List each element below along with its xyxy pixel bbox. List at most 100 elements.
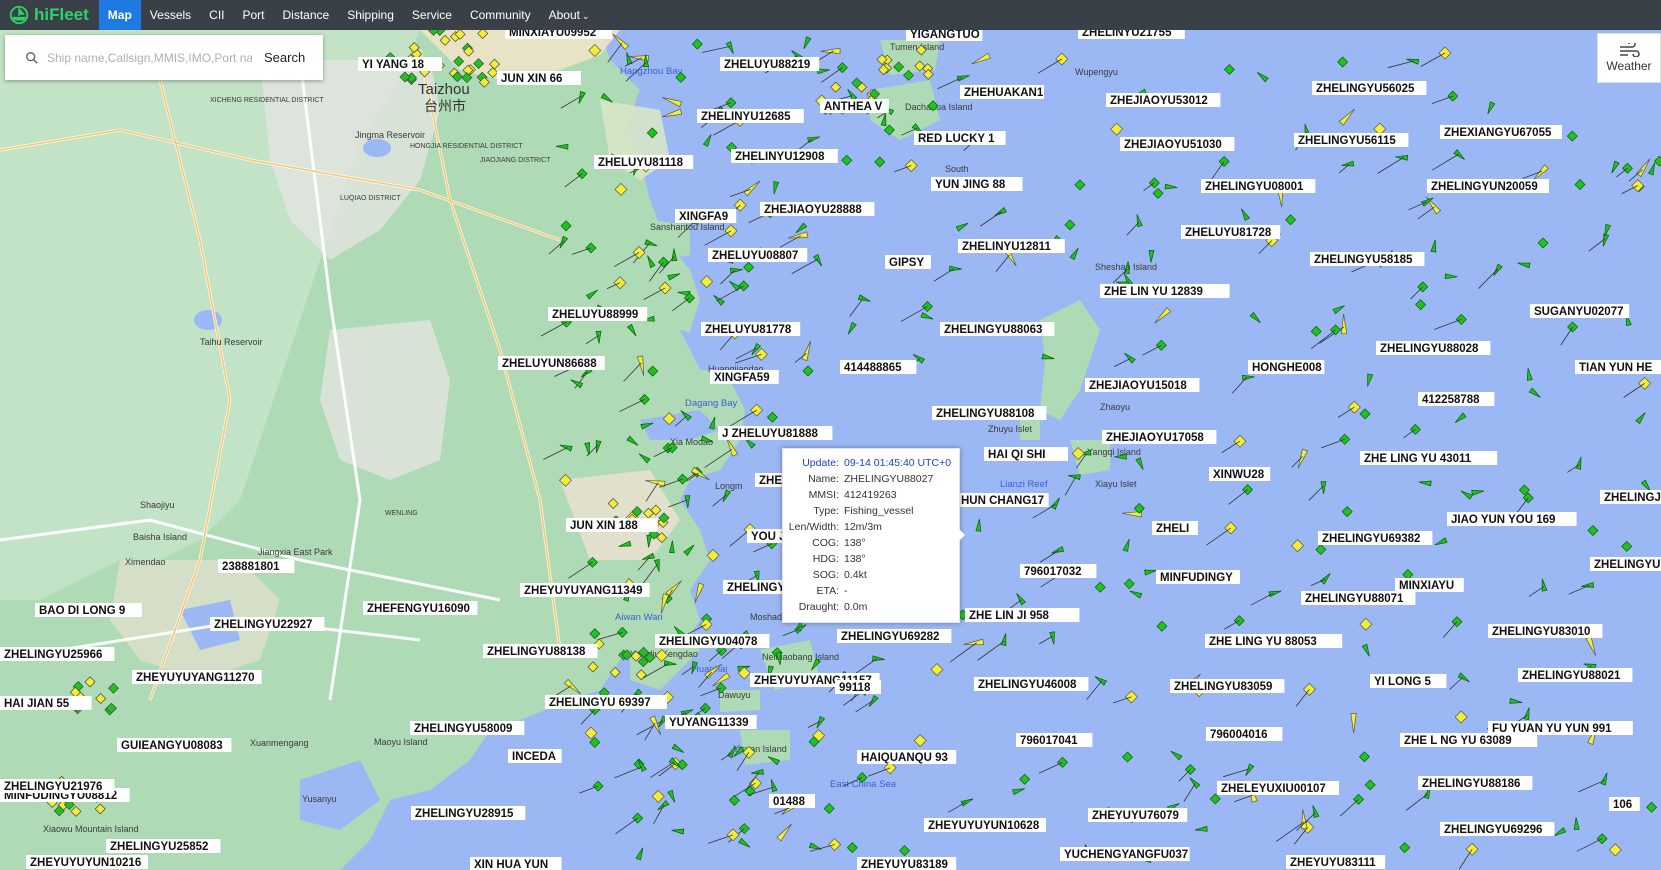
nav-service[interactable]: Service [403,0,461,30]
ship-label[interactable]: ZHE LING YU 43011 [1360,451,1498,465]
ship-label[interactable]: J ZHELUYU81888 [718,426,833,440]
ship-label[interactable]: YI YANG 18 [358,57,442,71]
ship-label[interactable]: ZHELINGYU25852 [106,839,221,853]
ship-label[interactable]: ZHE LING YU 88053 [1205,634,1343,648]
ship-label[interactable]: ZHELI [1152,521,1198,535]
ship-label[interactable]: ZHELINGYU69382 [1318,531,1433,545]
ship-label[interactable]: ZHELINGYU58009 [410,721,525,735]
ship-label[interactable]: ZHELINGYU88138 [483,644,598,658]
ship-label[interactable]: ZHELEYUXIU00107 [1217,781,1339,795]
ship-label[interactable]: ZHELINGYU83010 [1488,624,1603,638]
ship-label[interactable]: RED LUCKY 1 [914,131,1006,145]
ship-label[interactable]: YUYANG11339 [665,715,757,729]
ship-label[interactable]: 796004016 [1206,727,1283,741]
nav-community[interactable]: Community [461,0,540,30]
ship-label[interactable]: HUN CHANG17 [957,493,1049,507]
ship-label[interactable]: ZHELINGYU21976 [0,779,115,793]
ship-label[interactable]: 99118 [835,680,881,694]
search-icon[interactable] [25,51,39,65]
ship-label[interactable]: MINXIAYU [1395,578,1464,592]
ship-label[interactable]: ZHEJIAOYU53012 [1106,93,1221,107]
ship-label[interactable]: 414488865 [840,360,917,374]
ship-label[interactable]: ZHELINGYU04078 [655,634,770,648]
ship-label[interactable]: ZHELINGYU46008 [974,677,1089,691]
ship-label[interactable]: ZHEJIAOYU28888 [760,202,875,216]
ship-label[interactable]: ZHELINYU21755 [1078,30,1185,39]
ship-label[interactable]: ZHELUYU81728 [1181,225,1281,239]
ship-label[interactable]: ZHELINGYU88071 [1301,591,1416,605]
ship-label[interactable]: ZHELINGYUYUN31086 [1590,557,1661,571]
ship-label[interactable]: ZHE LIN YU 12839 [1100,284,1230,298]
ship-label[interactable]: 412258788 [1418,392,1495,406]
ship-label[interactable]: ZHELUYU08807 [708,248,808,262]
ship-label[interactable]: ZHELINGYU69282 [837,629,952,643]
ship-label[interactable]: ZHEFENGYU16090 [363,601,478,615]
ship-label[interactable]: 106 [1609,797,1640,811]
ship-label[interactable]: ZHE LIN JI 958 [965,608,1080,622]
nav-port[interactable]: Port [234,0,274,30]
ship-label[interactable]: GIPSY [885,255,931,269]
ship-label[interactable]: ZHELINGYU 69397 [545,695,667,709]
ship-label[interactable]: XIN HUA YUN [470,857,562,870]
ship-label[interactable]: ZHELINGYU25966 [0,647,115,661]
ship-label[interactable]: JIAO YUN YOU 169 [1447,512,1577,526]
ship-label[interactable]: YUCHENGYANGFU037 [1060,847,1190,861]
nav-distance[interactable]: Distance [274,0,339,30]
ship-label[interactable]: ZHEJIAOYU51030 [1120,137,1235,151]
ship-label[interactable]: HAI QI SHI [984,447,1068,461]
ship-label[interactable]: ZHELINGYU58185 [1310,252,1425,266]
ship-label[interactable]: ZHELINGYU28915 [411,806,526,820]
nav-map[interactable]: Map [98,0,141,30]
search-input[interactable] [45,49,254,66]
ship-label[interactable]: ZHELINGYUN20059 [1427,179,1549,193]
vessel-info-popup[interactable]: Update: 09-14 01:45:40 UTC+0 Name: ZHELING… [782,448,960,623]
ship-label[interactable]: GUIEANGYU08083 [117,738,232,752]
ship-label[interactable]: ZHELUYU88219 [720,57,820,71]
ship-label[interactable]: ZHEXIANGYU67055 [1440,125,1562,139]
ship-label[interactable]: YI LONG 5 [1370,674,1447,688]
ship-label[interactable]: TIAN YUN HE [1575,360,1661,374]
ship-label[interactable]: ZHELINGYU88108 [932,406,1047,420]
ship-label[interactable]: ZHELINGJI [1600,490,1661,504]
ship-label[interactable]: ZHEYUYUYUN10628 [924,818,1046,832]
ship-label[interactable]: ZHEJIAOYU17058 [1102,430,1217,444]
ship-label[interactable]: ZHEYUYU76079 [1088,808,1188,822]
ship-label[interactable]: 238881801 [218,559,295,573]
ship-label[interactable]: ZHELINYU12908 [731,149,838,163]
ship-label[interactable]: ZHELINGYU22927 [210,617,325,631]
ship-label[interactable]: 796017032 [1020,564,1097,578]
ship-label[interactable]: YIGANGTUO [906,30,983,41]
ship-label[interactable]: ZHELINGYU83059 [1170,679,1285,693]
ship-label[interactable]: ZHELUYUN86688 [498,356,605,370]
ship-label[interactable]: ZHELINYU12811 [958,239,1065,253]
ship-label[interactable]: HAIQUANQU 93 [857,750,957,764]
ship-label[interactable]: JUN XIN 66 [497,71,581,85]
ship-label[interactable]: XINWU28 [1209,467,1271,481]
ship-label[interactable]: ZHELINGYU69296 [1440,822,1555,836]
ship-label[interactable]: ZHEYUYUYANG11349 [520,583,650,597]
ship-label[interactable]: ZHELINGYU88063 [940,322,1055,336]
ship-label[interactable]: ZHEYUYUYUN10216 [26,855,148,869]
ship-label[interactable]: 01488 [769,794,815,808]
ship-label[interactable]: ZHEJIAOYU15018 [1085,378,1200,392]
nav-cii[interactable]: CII [200,0,233,30]
ship-label[interactable]: JUN XIN 188 [566,518,658,532]
ship-label[interactable]: XINGFA59 [710,370,779,384]
brand-logo[interactable]: hiFleet [0,0,99,30]
ship-label[interactable]: SUGANYU02077 [1530,304,1630,318]
ship-label[interactable]: YUN JING 88 [931,177,1023,191]
ship-label[interactable]: ZHELUYU81778 [701,322,801,336]
ship-label[interactable]: ANTHEA V [820,99,889,113]
ship-label[interactable]: ZHEYUYU83111 [1286,855,1386,869]
nav-shipping[interactable]: Shipping [338,0,403,30]
ship-label[interactable]: INCEDA [508,749,562,763]
ship-label[interactable]: HAI JIAN 55 [0,696,92,710]
ship-label[interactable]: FU YUAN YU YUN 991 [1488,721,1633,735]
ship-label[interactable]: ZHELINGYU56115 [1294,133,1409,147]
nav-vessels[interactable]: Vessels [141,0,200,30]
ship-label[interactable]: ZHEHUAKAN1 [960,85,1044,99]
ship-label[interactable]: MINXIAYU09952 [505,30,612,39]
ship-label[interactable]: ZHELINGYU88186 [1418,776,1533,790]
ship-label[interactable]: ZHELINGYU88021 [1518,668,1633,682]
ship-label[interactable]: ZHELINGYU56025 [1312,81,1427,95]
